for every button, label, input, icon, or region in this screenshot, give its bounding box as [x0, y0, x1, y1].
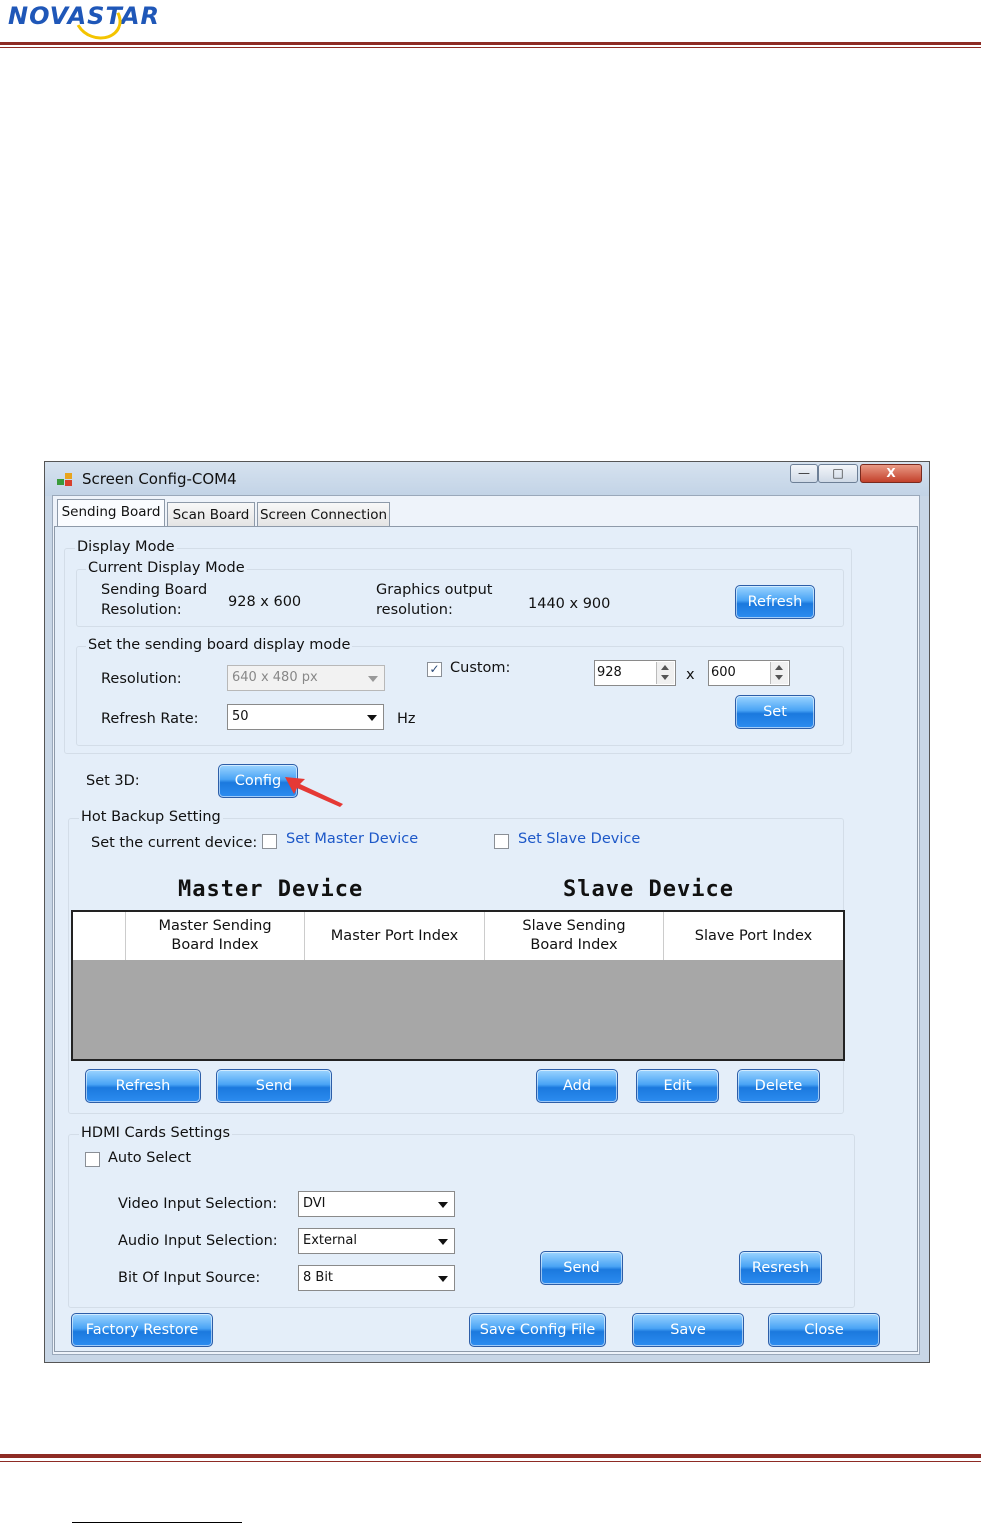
custom-height-input[interactable]: 600 — [708, 660, 790, 686]
table-header-cell — [73, 912, 126, 960]
red-arrow-annotation-icon — [285, 777, 343, 807]
times-label: x — [686, 667, 695, 683]
graphics-resolution-value: 1440 x 900 — [528, 596, 611, 612]
current-display-mode-group — [76, 569, 844, 627]
chevron-down-icon — [368, 676, 378, 682]
table-header-cell: Slave Sending Board Index — [485, 912, 664, 960]
set-resolution-button[interactable]: Set — [735, 695, 815, 729]
refresh-rate-label: Refresh Rate: — [101, 711, 199, 727]
chevron-down-icon — [438, 1239, 448, 1245]
custom-width-input[interactable]: 928 — [594, 660, 676, 686]
novastar-logo: NOVASTAR — [8, 0, 160, 47]
hot-backup-refresh-button[interactable]: Refresh — [85, 1069, 201, 1103]
master-device-heading: Master Device — [178, 877, 364, 902]
sending-resolution-value: 928 x 600 — [228, 594, 302, 610]
close-window-button[interactable]: X — [860, 464, 922, 483]
hot-backup-title: Hot Backup Setting — [79, 809, 223, 825]
sending-board-label: Sending Board — [101, 582, 208, 598]
save-button[interactable]: Save — [632, 1313, 744, 1347]
chevron-down-icon — [438, 1276, 448, 1282]
add-button[interactable]: Add — [536, 1069, 618, 1103]
close-button[interactable]: Close — [768, 1313, 880, 1347]
audio-input-select[interactable]: External — [298, 1228, 455, 1254]
resolution-label: Resolution: — [101, 671, 182, 687]
footer-rule-thin — [0, 1461, 981, 1462]
table-header-cell: Master Sending Board Index — [126, 912, 305, 960]
current-display-mode-title: Current Display Mode — [86, 560, 247, 576]
hz-label: Hz — [397, 711, 416, 727]
edit-button[interactable]: Edit — [636, 1069, 719, 1103]
tab-screen-connection[interactable]: Screen Connection — [257, 502, 390, 527]
table-header-cell: Slave Port Index — [694, 927, 813, 944]
auto-select-label: Auto Select — [108, 1150, 192, 1166]
master-device-label: Set Master Device — [286, 831, 419, 847]
graphics-resolution-label: resolution: — [376, 602, 453, 618]
bit-input-label: Bit Of Input Source: — [118, 1270, 261, 1286]
hot-backup-send-button[interactable]: Send — [216, 1069, 332, 1103]
bit-input-select[interactable]: 8 Bit — [298, 1265, 455, 1291]
resolution-select[interactable]: 640 x 480 px — [227, 665, 385, 691]
hdmi-refresh-button[interactable]: Resresh — [739, 1251, 822, 1285]
tab-scan-board[interactable]: Scan Board — [167, 502, 255, 527]
sending-resolution-label: Resolution: — [101, 602, 182, 618]
table-header-cell: Master Port Index — [305, 912, 485, 960]
tab-sending-board[interactable]: Sending Board — [57, 499, 165, 527]
audio-input-label: Audio Input Selection: — [118, 1233, 278, 1249]
hot-backup-table[interactable]: Master Sending Board Index Master Port In… — [71, 910, 845, 1061]
video-input-select[interactable]: DVI — [298, 1191, 455, 1217]
footer-rule — [0, 1454, 981, 1458]
current-device-label: Set the current device: — [91, 835, 258, 851]
spinner-icon[interactable] — [770, 662, 788, 684]
minimize-button[interactable]: — — [790, 464, 818, 483]
app-icon — [57, 473, 73, 487]
chevron-down-icon — [367, 715, 377, 721]
hdmi-settings-title: HDMI Cards Settings — [79, 1125, 233, 1141]
maximize-button[interactable]: □ — [818, 464, 858, 483]
refresh-display-button[interactable]: Refresh — [735, 585, 815, 619]
header-rule — [0, 42, 981, 45]
video-input-label: Video Input Selection: — [118, 1196, 278, 1212]
factory-restore-button[interactable]: Factory Restore — [71, 1313, 213, 1347]
slave-device-heading: Slave Device — [563, 877, 734, 902]
table-header: Master Sending Board Index Master Port In… — [73, 912, 843, 960]
custom-label: Custom: — [450, 660, 511, 676]
window-title: Screen Config-COM4 — [82, 470, 237, 488]
custom-checkbox[interactable]: ✓ — [427, 662, 442, 677]
auto-select-checkbox[interactable] — [85, 1152, 100, 1167]
master-device-checkbox[interactable] — [262, 834, 277, 849]
slave-device-label: Set Slave Device — [518, 831, 641, 847]
set-3d-label: Set 3D: — [86, 773, 140, 789]
footnote-separator — [72, 1522, 242, 1523]
display-mode-title: Display Mode — [75, 539, 177, 555]
hdmi-send-button[interactable]: Send — [540, 1251, 623, 1285]
save-config-file-button[interactable]: Save Config File — [469, 1313, 606, 1347]
set-display-mode-title: Set the sending board display mode — [86, 637, 353, 653]
delete-button[interactable]: Delete — [737, 1069, 820, 1103]
slave-device-checkbox[interactable] — [494, 834, 509, 849]
refresh-rate-select[interactable]: 50 — [227, 704, 384, 730]
chevron-down-icon — [438, 1202, 448, 1208]
title-bar[interactable]: Screen Config-COM4 — □ X — [45, 462, 929, 496]
header-rule-thin — [0, 47, 981, 48]
graphics-output-label: Graphics output — [376, 582, 493, 598]
spinner-icon[interactable] — [656, 662, 674, 684]
